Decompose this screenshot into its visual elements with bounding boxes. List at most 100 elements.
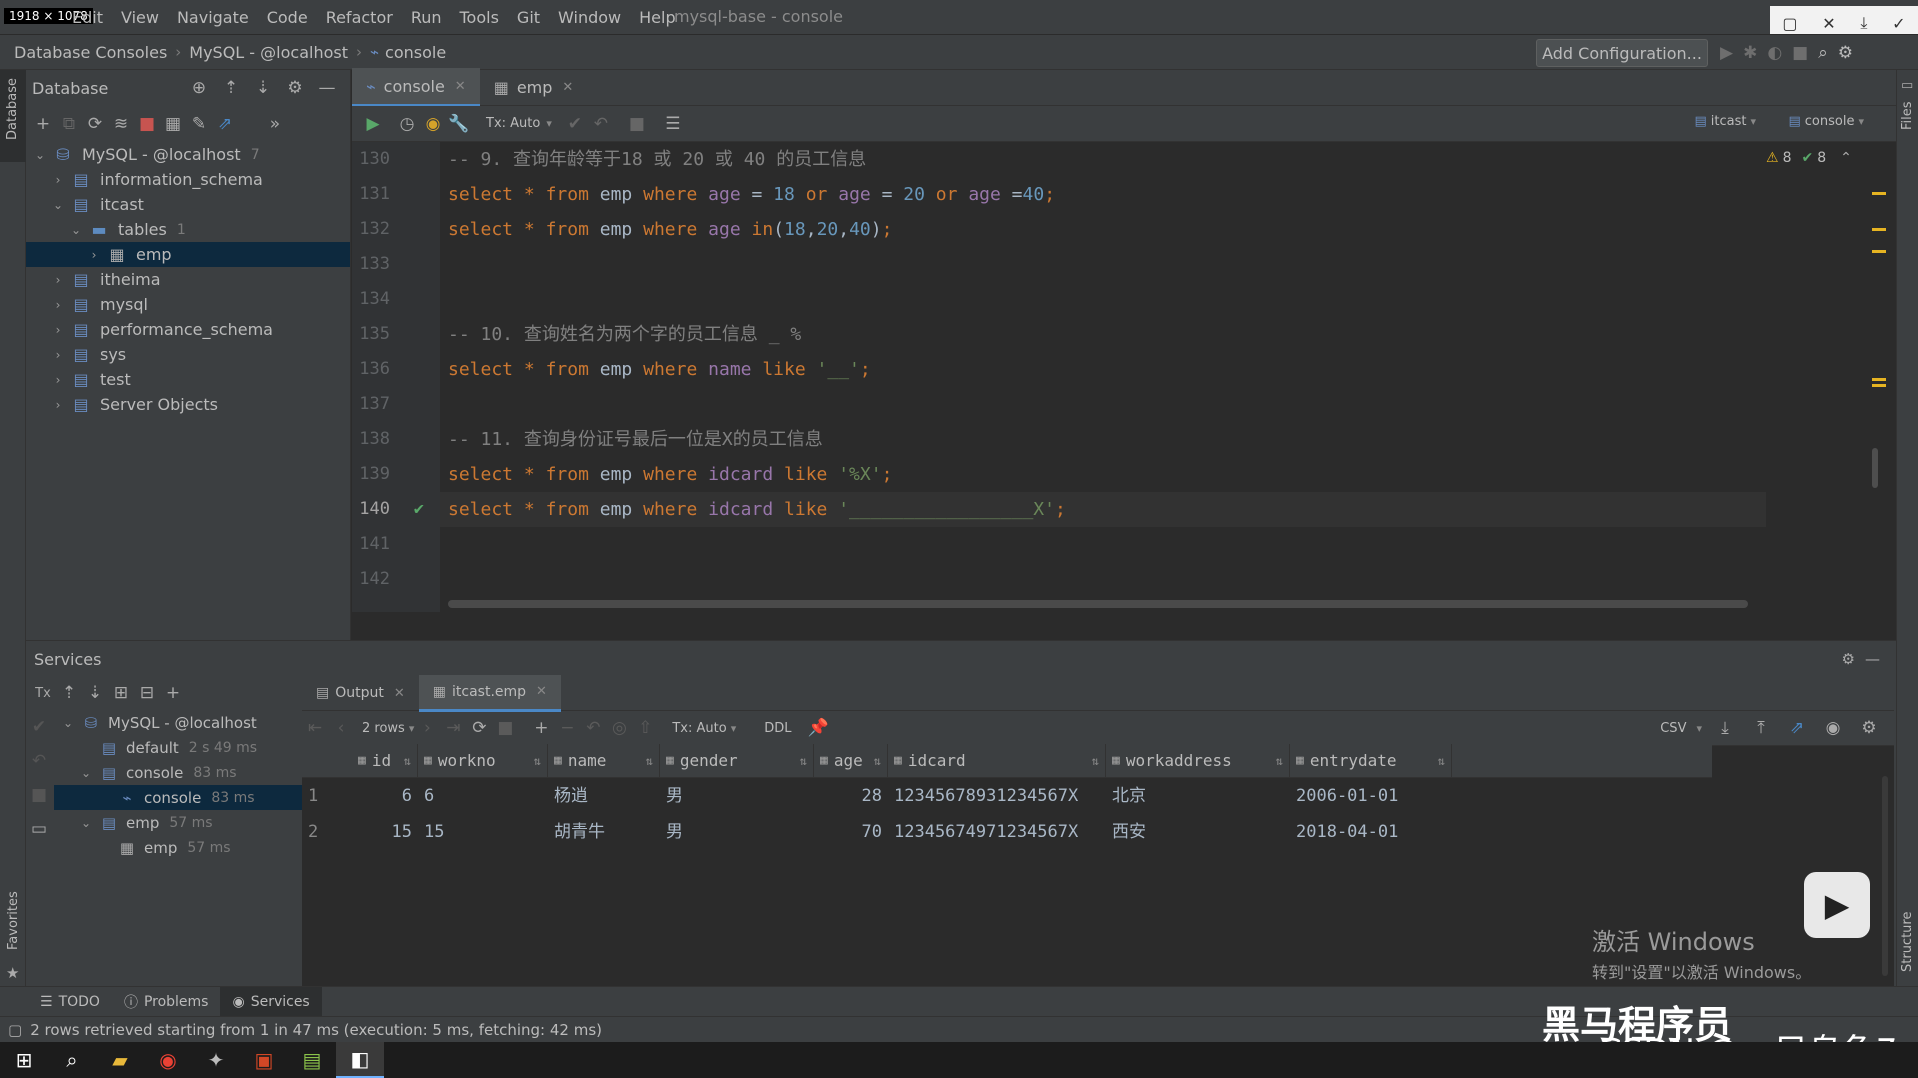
add-icon[interactable]: + <box>30 111 56 137</box>
column-header-entrydate[interactable]: ▦ entrydate ⇅ <box>1290 744 1452 778</box>
sort-icon[interactable]: ⇅ <box>1092 744 1099 778</box>
stop-icon[interactable]: ■ <box>134 111 160 137</box>
problems-tab[interactable]: ⓘ Problems <box>112 987 221 1017</box>
close-icon[interactable]: ✕ <box>562 80 573 95</box>
duplicate-icon[interactable]: ⧉ <box>56 111 82 137</box>
table-cell-age[interactable]: 70 <box>814 814 888 850</box>
service-item-console[interactable]: ⌄ ▤ console 83 ms <box>54 760 302 785</box>
chevron-right-icon[interactable]: › <box>48 398 68 412</box>
menu-item-navigate[interactable]: Navigate <box>177 8 249 27</box>
service-item-emp[interactable]: ▦ emp 57 ms <box>54 835 302 860</box>
gear-icon[interactable]: ⚙ <box>1856 715 1882 741</box>
crumb-datasource[interactable]: MySQL - @localhost <box>189 43 348 62</box>
crumb-console[interactable]: console <box>385 43 446 62</box>
tree-item-emp[interactable]: › ▦ emp <box>26 242 350 267</box>
stop-icon[interactable]: ■ <box>624 111 650 137</box>
sort-icon[interactable]: ⇅ <box>1276 744 1283 778</box>
pin-icon[interactable]: 📌 <box>806 715 832 741</box>
layout-toggle-icon[interactable]: ▢ <box>8 1021 22 1039</box>
table-cell-entrydate[interactable]: 2018-04-01 <box>1290 814 1452 850</box>
close-icon[interactable]: ✕ <box>455 79 466 94</box>
more-icon[interactable]: » <box>262 111 288 137</box>
tree-item-tables[interactable]: ⌄ ▬ tables 1 <box>26 217 350 242</box>
table-row[interactable]: 1 6 6 杨逍男 28 12345678931234567X 北京 2006-01-01 <box>302 778 1712 814</box>
chevron-down-icon[interactable]: ⌄ <box>30 148 50 162</box>
expand-all-icon[interactable]: ⇡ <box>56 680 82 706</box>
gear-icon[interactable]: ⚙ <box>1842 650 1855 668</box>
datagrip-icon[interactable]: ◧ <box>336 1042 384 1078</box>
video-play-overlay-icon[interactable]: ▶ <box>1804 872 1870 938</box>
table-view-icon[interactable]: ▦ <box>160 111 186 137</box>
table-cell-name[interactable]: 胡青牛 <box>548 814 660 850</box>
code-line[interactable]: select * from emp where name like '__'; <box>440 352 1766 387</box>
chevron-right-icon[interactable]: › <box>48 173 68 187</box>
vertical-scrollbar[interactable] <box>1882 776 1888 976</box>
run-icon[interactable]: ▶ <box>1720 43 1733 63</box>
import-icon[interactable]: ⤒ <box>1748 715 1774 741</box>
locate-icon[interactable]: ⊕ <box>186 75 212 101</box>
chevron-down-icon[interactable]: ⌄ <box>66 223 86 237</box>
favorites-stripe-label[interactable]: Favorites <box>6 891 21 950</box>
menu-item-tools[interactable]: Tools <box>460 8 499 27</box>
vertical-scrollbar[interactable] <box>1872 448 1878 488</box>
history-icon[interactable]: ◷ <box>394 111 420 137</box>
powerpoint-icon[interactable]: ▣ <box>240 1042 288 1078</box>
service-item-console[interactable]: ⌁ console 83 ms <box>54 785 302 810</box>
service-item-emp[interactable]: ⌄ ▤ emp 57 ms <box>54 810 302 835</box>
chevron-right-icon[interactable]: › <box>48 323 68 337</box>
table-cell-workaddress[interactable]: 北京 <box>1106 778 1290 814</box>
chevron-down-icon[interactable]: ⌄ <box>58 716 78 730</box>
tab-console[interactable]: ⌁ console ✕ <box>352 68 480 107</box>
chevron-right-icon[interactable]: › <box>48 348 68 362</box>
code-line[interactable]: -- 10. 查询姓名为两个字的员工信息 _ % <box>440 317 1766 352</box>
column-header-age[interactable]: ▦ age ⇅ <box>814 744 888 778</box>
tree-item-itheima[interactable]: › ▤ itheima <box>26 267 350 292</box>
layout-icon[interactable]: ▭ <box>26 816 52 842</box>
refresh-icon[interactable]: ⟳ <box>82 111 108 137</box>
code-line[interactable] <box>440 247 1766 282</box>
download-icon[interactable]: ⤓ <box>1860 13 1867 33</box>
session-selector[interactable]: ▤ console ▾ <box>1788 114 1864 129</box>
refresh-icon[interactable]: ⟳ <box>466 715 492 741</box>
tab-output[interactable]: ▤ Output ✕ <box>302 676 419 710</box>
sort-icon[interactable]: ⇅ <box>1438 744 1445 778</box>
error-stripe[interactable] <box>1868 142 1890 612</box>
code-line[interactable] <box>440 527 1766 562</box>
collapse-all-icon[interactable]: ⇣ <box>82 680 108 706</box>
windows-start-icon[interactable]: ⊞ <box>0 1042 48 1078</box>
sort-icon[interactable]: ⇅ <box>404 744 411 778</box>
column-header-gender[interactable]: ▦ gender ⇅ <box>660 744 814 778</box>
sort-icon[interactable]: ⇅ <box>800 744 807 778</box>
export-format-selector[interactable]: CSV <box>1660 721 1686 736</box>
files-stripe-label[interactable]: Files <box>1900 101 1915 130</box>
close-icon[interactable]: ✕ <box>536 684 547 699</box>
first-page-icon[interactable]: ⇤ <box>302 715 328 741</box>
ddl-button[interactable]: DDL <box>764 721 791 736</box>
code-line[interactable] <box>440 562 1766 597</box>
stop-icon[interactable]: ■ <box>26 782 52 808</box>
submit-icon[interactable]: ⇧ <box>632 715 658 741</box>
code-line[interactable]: select * from emp where idcard like '___… <box>440 492 1766 527</box>
rollback-icon[interactable]: ↶ <box>588 111 614 137</box>
table-cell-workno[interactable]: 15 <box>418 814 548 850</box>
table-cell-entrydate[interactable]: 2006-01-01 <box>1290 778 1452 814</box>
structure-stripe-label[interactable]: Structure <box>1900 912 1915 972</box>
table-cell-workno[interactable]: 6 <box>418 778 548 814</box>
settings-wrench-icon[interactable]: 🔧 <box>446 111 472 137</box>
table-cell-age[interactable]: 28 <box>814 778 888 814</box>
column-header-id[interactable]: ▦ id ⇅ <box>352 744 418 778</box>
tree-item-itcast[interactable]: ⌄ ▤ itcast <box>26 192 350 217</box>
tree-item-test[interactable]: › ▤ test <box>26 367 350 392</box>
horizontal-scrollbar[interactable] <box>448 600 1748 608</box>
tree-item-server-objects[interactable]: › ▤ Server Objects <box>26 392 350 417</box>
menu-item-refactor[interactable]: Refactor <box>326 8 393 27</box>
jump-to-console-icon[interactable]: ⇗ <box>212 111 238 137</box>
last-page-icon[interactable]: ⇥ <box>440 715 466 741</box>
menu-item-code[interactable]: Code <box>267 8 308 27</box>
tree-item-performance-schema[interactable]: › ▤ performance_schema <box>26 317 350 342</box>
menu-item-git[interactable]: Git <box>517 8 540 27</box>
column-header-workaddress[interactable]: ▦ workaddress ⇅ <box>1106 744 1290 778</box>
menu-item-edit[interactable]: Edit <box>72 8 103 27</box>
minimize-icon[interactable]: — <box>1865 650 1880 668</box>
tree-item-mysql-localhost[interactable]: ⌄ ⛁ MySQL - @localhost 7 <box>26 142 350 167</box>
